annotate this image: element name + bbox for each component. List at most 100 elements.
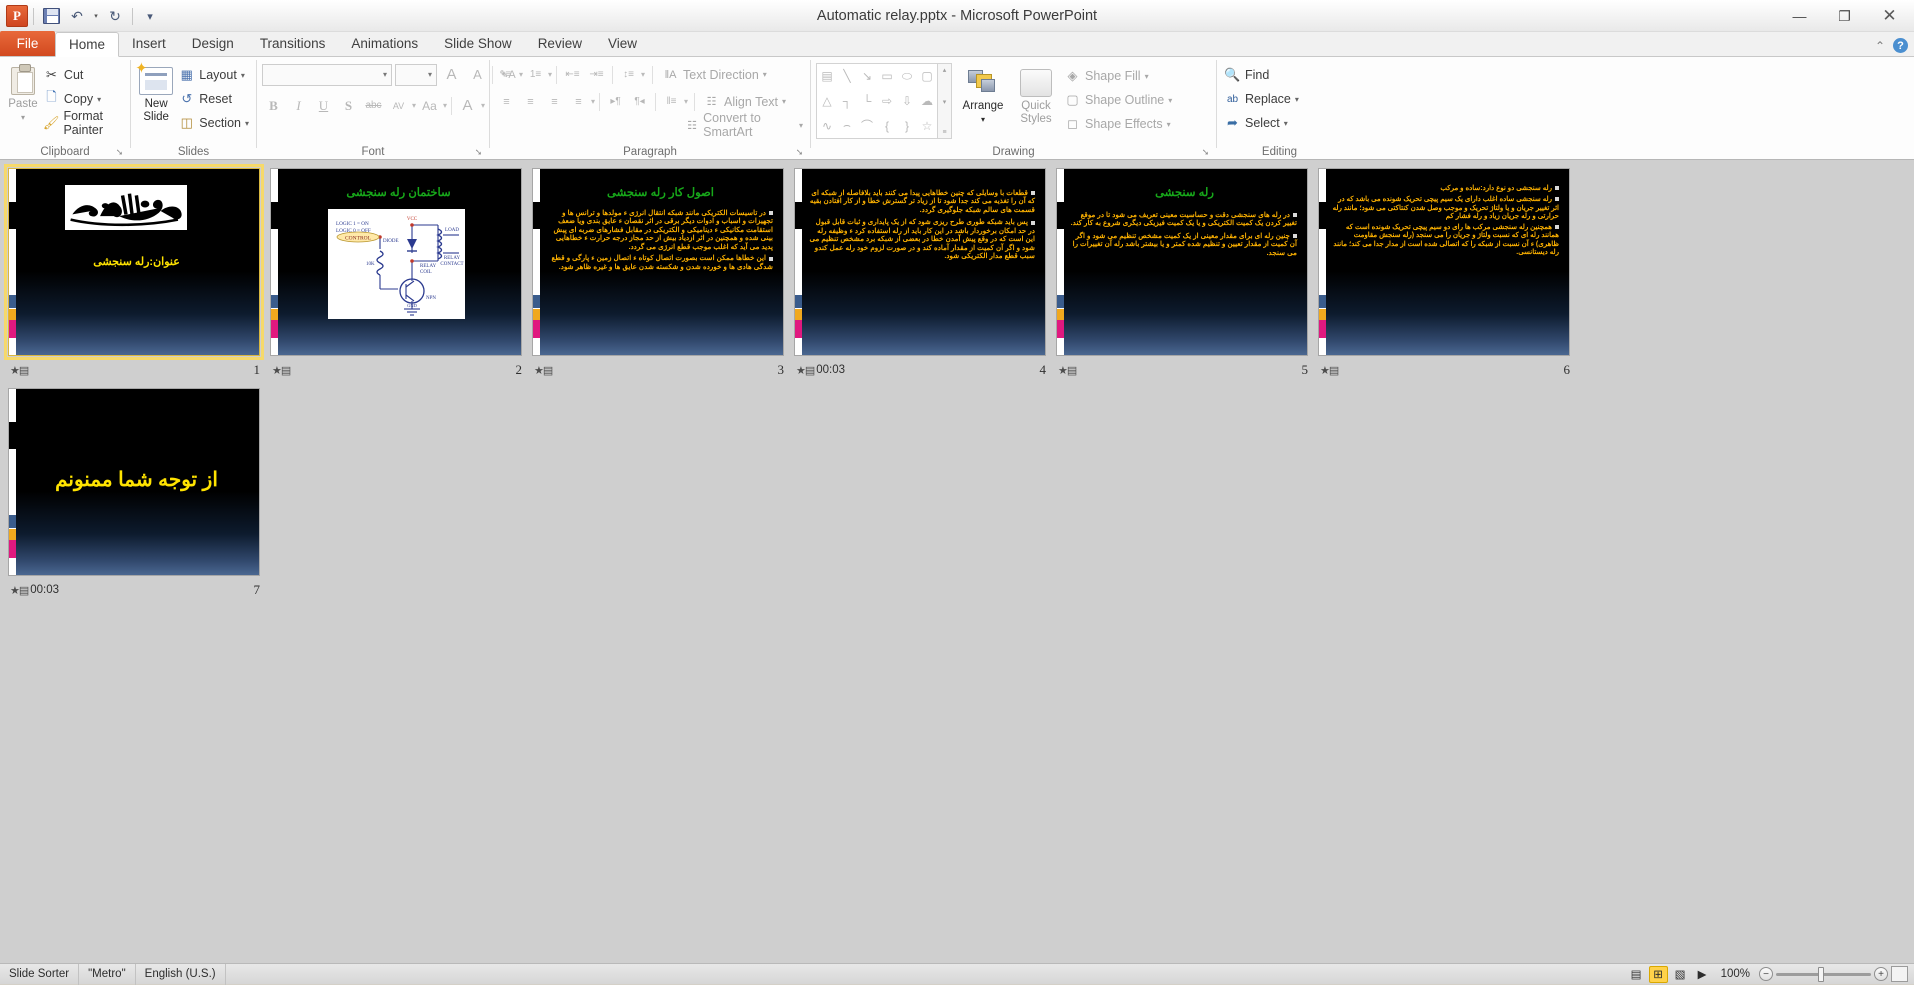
character-spacing-dropdown-icon[interactable]: ▾ xyxy=(412,101,416,110)
restore-button[interactable]: ❐ xyxy=(1822,3,1867,29)
gallery-scroll-down-icon[interactable]: ▾ xyxy=(938,96,951,108)
tab-insert[interactable]: Insert xyxy=(119,31,179,56)
paste-button[interactable]: Paste ▾ xyxy=(5,61,41,124)
transition-icon-4[interactable]: ★▤ xyxy=(796,364,814,377)
replace-button[interactable]: ab Replace ▾ xyxy=(1222,87,1301,111)
layout-dropdown-icon[interactable]: ▾ xyxy=(241,71,245,80)
select-button[interactable]: ➦ Select ▾ xyxy=(1222,111,1290,135)
layout-button[interactable]: ▦ Layout ▾ xyxy=(176,63,251,87)
justify-dropdown-icon[interactable]: ▾ xyxy=(591,97,595,106)
shape-cloud-icon[interactable]: ☁ xyxy=(921,94,933,108)
shrink-font-button[interactable]: A xyxy=(466,63,489,86)
status-language[interactable]: English (U.S.) xyxy=(136,964,226,985)
columns-button[interactable]: ‖≡ xyxy=(660,90,683,113)
change-case-dropdown-icon[interactable]: ▾ xyxy=(443,101,447,110)
new-slide-button[interactable]: ✦ New Slide xyxy=(136,61,176,124)
slide-show-view-button[interactable]: ▶ xyxy=(1693,966,1712,983)
tab-slide-show[interactable]: Slide Show xyxy=(431,31,525,56)
increase-indent-button[interactable]: ⇥≡ xyxy=(585,63,608,86)
shape-right-brace-icon[interactable]: } xyxy=(905,119,909,133)
fit-to-window-button[interactable] xyxy=(1891,966,1908,982)
tab-design[interactable]: Design xyxy=(179,31,247,56)
normal-view-button[interactable]: ▤ xyxy=(1627,966,1646,983)
shape-textbox-icon[interactable]: ▤ xyxy=(821,69,832,83)
find-button[interactable]: 🔍 Find xyxy=(1222,63,1271,87)
font-name-input[interactable]: ▾ xyxy=(262,64,392,86)
bold-button[interactable]: B xyxy=(262,94,285,117)
shape-down-arrow-icon[interactable]: ⇩ xyxy=(902,94,912,108)
transition-icon-6[interactable]: ★▤ xyxy=(1320,364,1338,377)
shape-arrow-icon[interactable]: ↘ xyxy=(862,69,872,83)
font-size-dropdown-icon[interactable]: ▾ xyxy=(428,70,432,79)
reading-view-button[interactable]: ▧ xyxy=(1671,966,1690,983)
smartart-dropdown-icon[interactable]: ▾ xyxy=(799,121,803,130)
slide-thumbnail-1[interactable]: عنوان:رله سنجشی xyxy=(8,168,260,356)
shape-triangle-icon[interactable]: △ xyxy=(822,94,831,108)
format-painter-button[interactable]: 🖌 Format Painter xyxy=(41,111,125,135)
slide-cell-1[interactable]: عنوان:رله سنجشی ★▤ 1 xyxy=(8,168,266,383)
reset-button[interactable]: ↺ Reset xyxy=(176,87,251,111)
shape-elbow-connector-icon[interactable]: ┐ xyxy=(843,94,852,108)
bullets-dropdown-icon[interactable]: ▾ xyxy=(519,70,523,79)
change-case-button[interactable]: Aa xyxy=(418,94,441,117)
slide-thumbnail-4[interactable]: قطعات با وسایلی که چنین خطاهایی پیدا می … xyxy=(794,168,1046,356)
tab-view[interactable]: View xyxy=(595,31,650,56)
slide-cell-6[interactable]: رله سنجشی دو نوع دارد:ساده و مرکب رله سن… xyxy=(1318,168,1576,383)
left-to-right-button[interactable]: ▸¶ xyxy=(604,90,627,113)
tab-home[interactable]: Home xyxy=(55,32,119,57)
decrease-indent-button[interactable]: ⇤≡ xyxy=(561,63,584,86)
slide-thumbnail-3[interactable]: اصول کار رله سنجشی در تاسیسات الکتریکی م… xyxy=(532,168,784,356)
slide-cell-5[interactable]: رله سنجشی در رله های سنجشی دقت و حساسیت … xyxy=(1056,168,1314,383)
clipboard-dialog-launcher[interactable]: ➘ xyxy=(114,147,125,158)
shape-fill-dropdown-icon[interactable]: ▾ xyxy=(1145,72,1149,81)
tab-file[interactable]: File xyxy=(0,31,55,56)
align-center-button[interactable]: ≡ xyxy=(519,90,542,113)
shape-line-icon[interactable]: ╲ xyxy=(843,69,850,83)
slide-cell-4[interactable]: قطعات با وسایلی که چنین خطاهایی پیدا می … xyxy=(794,168,1052,383)
transition-icon-5[interactable]: ★▤ xyxy=(1058,364,1076,377)
transition-icon-7[interactable]: ★▤ xyxy=(10,584,28,597)
tab-transitions[interactable]: Transitions xyxy=(247,31,339,56)
text-direction-dropdown-icon[interactable]: ▾ xyxy=(763,70,767,79)
font-dialog-launcher[interactable]: ➘ xyxy=(473,147,484,158)
shape-elbow-arrow-icon[interactable]: └ xyxy=(863,94,872,108)
transition-icon-1[interactable]: ★▤ xyxy=(10,364,28,377)
convert-to-smartart-button[interactable]: ☷ Convert to SmartArt ▾ xyxy=(683,115,805,135)
shape-right-arrow-icon[interactable]: ⇨ xyxy=(882,94,892,108)
shapes-gallery[interactable]: ▤ ╲ ↘ ▭ ⬭ ▢ △ ┐ └ ⇨ ⇩ ☁ ∿ ⌢ ⌒ { } xyxy=(816,63,952,139)
transition-icon-2[interactable]: ★▤ xyxy=(272,364,290,377)
quick-styles-button[interactable]: Quick Styles xyxy=(1014,63,1058,126)
close-button[interactable]: ✕ xyxy=(1867,3,1912,29)
zoom-slider[interactable] xyxy=(1776,966,1871,983)
minimize-ribbon-icon[interactable]: ⌃ xyxy=(1875,39,1885,53)
slide-thumbnail-2[interactable]: ساختمان رله سنجشی xyxy=(270,168,522,356)
arrange-dropdown-icon[interactable]: ▾ xyxy=(981,113,985,126)
shape-oval-icon[interactable]: ⬭ xyxy=(902,69,912,84)
shapes-gallery-scrollbar[interactable]: ▴ ▾ ≡ xyxy=(938,63,952,139)
slide-sorter-view-button[interactable]: ⊞ xyxy=(1649,966,1668,983)
slide-sorter-pane[interactable]: عنوان:رله سنجشی ★▤ 1 ساختمان رله سنجشی xyxy=(0,160,1914,968)
line-spacing-button[interactable]: ↕≡ xyxy=(617,63,640,86)
columns-dropdown-icon[interactable]: ▾ xyxy=(684,97,688,106)
grow-font-button[interactable]: A xyxy=(440,63,463,86)
shape-rectangle-icon[interactable]: ▭ xyxy=(881,69,892,83)
right-to-left-button[interactable]: ¶◂ xyxy=(628,90,651,113)
minimize-button[interactable]: — xyxy=(1777,3,1822,29)
slide-thumbnail-7[interactable]: از توجه شما ممنونم xyxy=(8,388,260,576)
help-icon[interactable]: ? xyxy=(1893,38,1908,53)
shape-star-icon[interactable]: ☆ xyxy=(922,119,933,133)
font-color-dropdown-icon[interactable]: ▾ xyxy=(481,101,485,110)
drawing-dialog-launcher[interactable]: ➘ xyxy=(1200,147,1211,158)
paragraph-dialog-launcher[interactable]: ➘ xyxy=(794,147,805,158)
shapes-grid[interactable]: ▤ ╲ ↘ ▭ ⬭ ▢ △ ┐ └ ⇨ ⇩ ☁ ∿ ⌢ ⌒ { } xyxy=(816,63,938,139)
bullets-button[interactable]: •≡ xyxy=(495,63,518,86)
cut-button[interactable]: ✂ Cut xyxy=(41,63,125,87)
zoom-out-button[interactable]: − xyxy=(1759,967,1773,981)
font-size-input[interactable]: ▾ xyxy=(395,64,437,86)
shape-outline-button[interactable]: ▢ Shape Outline ▾ xyxy=(1062,88,1174,112)
select-dropdown-icon[interactable]: ▾ xyxy=(1284,119,1288,128)
shape-left-brace-icon[interactable]: { xyxy=(885,119,889,133)
numbering-button[interactable]: 1≡ xyxy=(524,63,547,86)
tab-animations[interactable]: Animations xyxy=(338,31,431,56)
replace-dropdown-icon[interactable]: ▾ xyxy=(1295,95,1299,104)
